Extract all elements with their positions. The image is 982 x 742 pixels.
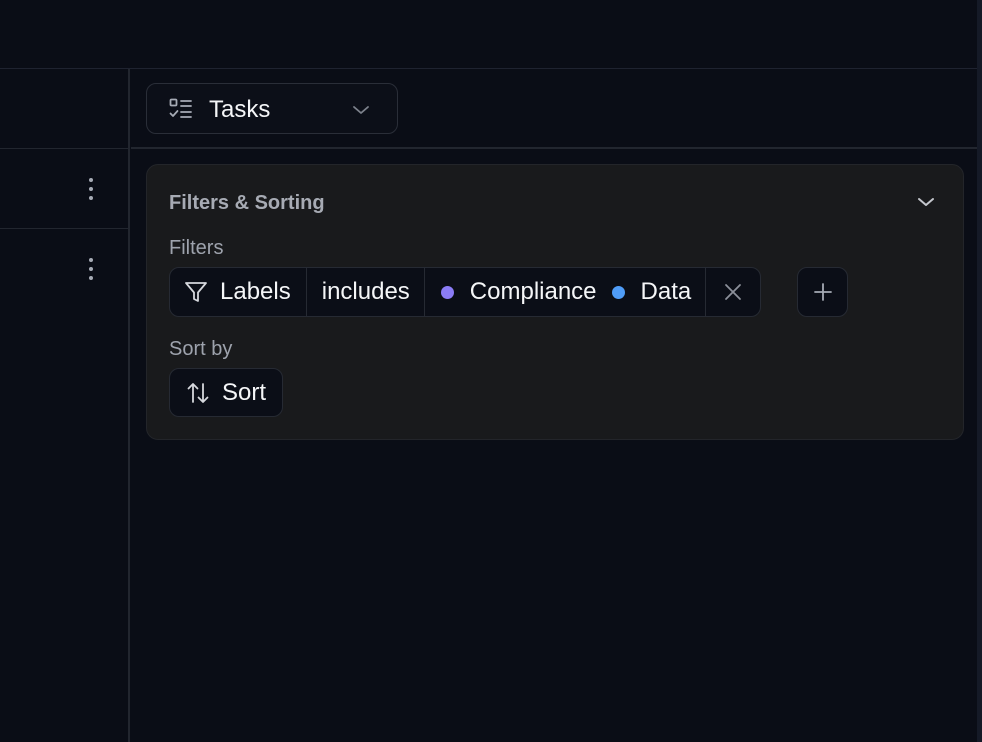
top-bar [0, 0, 982, 69]
label-color-dot [440, 285, 454, 299]
filter-value: Data [640, 278, 692, 305]
sort-arrows-icon [187, 382, 209, 403]
sort-by-label: Sort by [169, 338, 233, 360]
chevron-down-icon[interactable] [915, 191, 937, 213]
panel-title: Filters & Sorting [169, 192, 325, 214]
close-icon [725, 284, 742, 300]
filters-sorting-panel: Filters & Sorting Filters Labels include… [146, 164, 964, 440]
list-item[interactable] [0, 149, 129, 229]
tasks-icon [169, 98, 193, 120]
scrollbar[interactable] [977, 0, 982, 742]
filter-icon [185, 282, 207, 302]
filter-field-button[interactable]: Labels [170, 268, 307, 316]
filter-field-label: Labels [220, 278, 291, 305]
view-selector-dropdown[interactable]: Tasks [146, 83, 398, 134]
filter-chip: Labels includes Compliance Data [169, 267, 762, 317]
add-filter-button[interactable] [797, 267, 848, 317]
list-item[interactable] [0, 229, 129, 309]
filters-label: Filters [169, 237, 224, 259]
sort-button[interactable]: Sort [169, 368, 283, 417]
more-options-icon[interactable] [84, 258, 98, 280]
chevron-down-icon [351, 100, 371, 120]
label-color-dot [611, 285, 625, 299]
filter-values-button[interactable]: Compliance Data [425, 268, 707, 316]
left-list-pane [0, 69, 130, 742]
filter-value: Compliance [469, 278, 597, 305]
filter-operator-label: includes [321, 278, 410, 305]
sort-button-label: Sort [222, 378, 267, 406]
view-selector-label: Tasks [209, 96, 271, 123]
plus-icon [813, 283, 832, 301]
list-item[interactable] [0, 69, 129, 149]
remove-filter-button[interactable] [706, 268, 760, 316]
filter-operator-button[interactable]: includes [307, 268, 425, 316]
more-options-icon[interactable] [84, 178, 98, 200]
